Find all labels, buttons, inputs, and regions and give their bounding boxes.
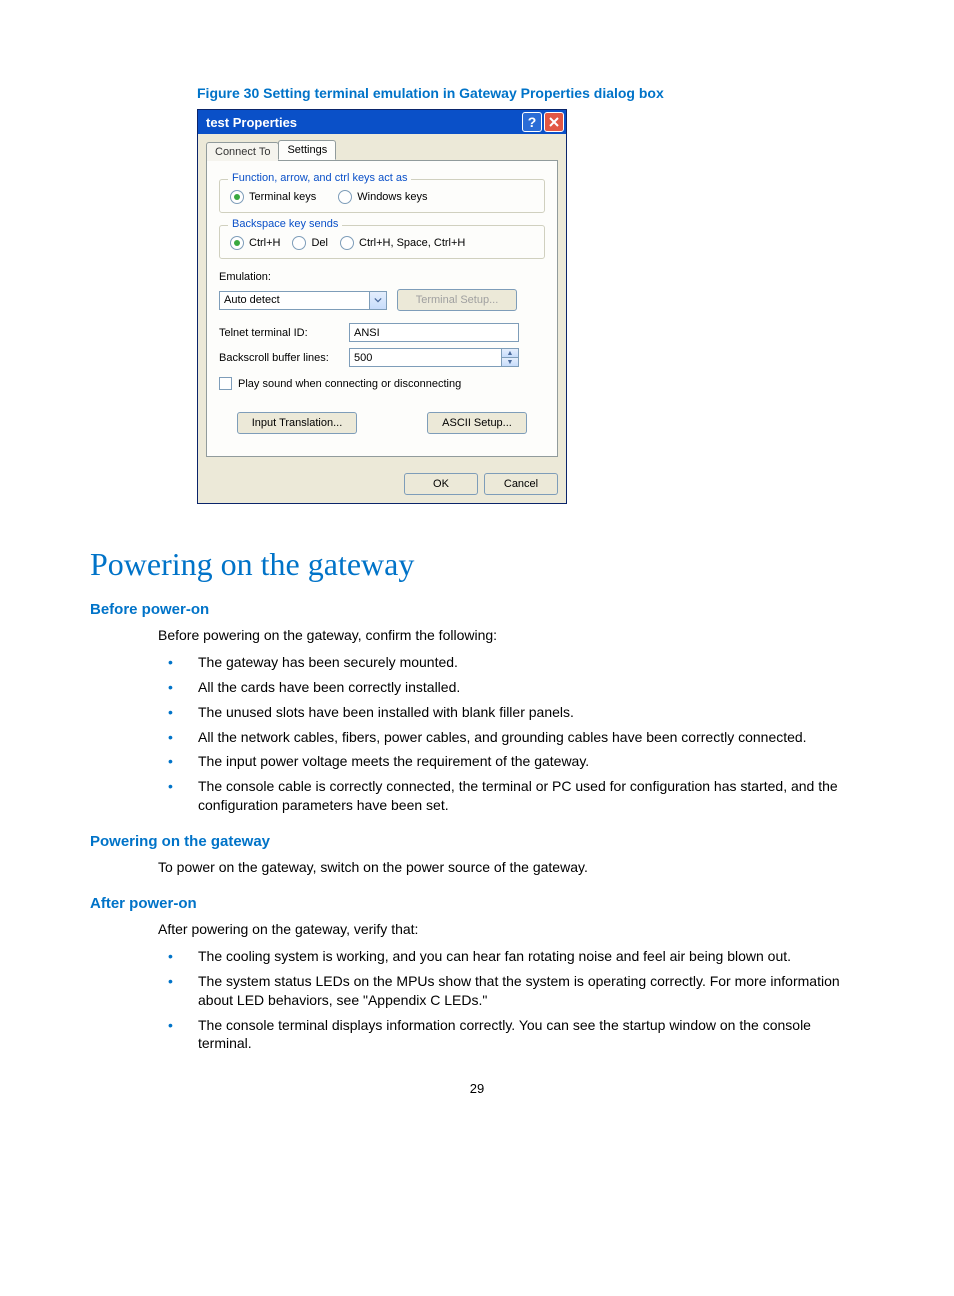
tab-bar: Connect To Settings	[206, 140, 558, 161]
ascii-setup-button[interactable]: ASCII Setup...	[427, 412, 527, 434]
backscroll-input[interactable]: 500 ▲▼	[349, 348, 519, 367]
list-item: The gateway has been securely mounted.	[158, 653, 864, 672]
spinner-icon[interactable]: ▲▼	[501, 349, 518, 366]
window-title: test Properties	[206, 115, 520, 130]
list-item: The input power voltage meets the requir…	[158, 752, 864, 771]
after-power-on-list: The cooling system is working, and you c…	[158, 947, 864, 1053]
group-function-keys: Function, arrow, and ctrl keys act as Te…	[219, 179, 545, 213]
emulation-value: Auto detect	[220, 292, 369, 309]
help-button[interactable]: ?	[522, 112, 542, 132]
before-power-on-list: The gateway has been securely mounted. A…	[158, 653, 864, 815]
emulation-select[interactable]: Auto detect	[219, 291, 387, 310]
group-backspace-title: Backspace key sends	[228, 218, 342, 230]
radio-terminal-keys[interactable]: Terminal keys	[230, 190, 316, 204]
tab-connect-to[interactable]: Connect To	[206, 142, 279, 161]
radio-icon	[340, 236, 354, 250]
titlebar[interactable]: test Properties ?	[198, 110, 566, 134]
tab-settings[interactable]: Settings	[278, 140, 336, 160]
tab-panel-settings: Function, arrow, and ctrl keys act as Te…	[206, 160, 558, 457]
radio-ctrlh-space[interactable]: Ctrl+H, Space, Ctrl+H	[340, 236, 465, 250]
list-item: All the cards have been correctly instal…	[158, 678, 864, 697]
list-item: The cooling system is working, and you c…	[158, 947, 864, 966]
radio-del[interactable]: Del	[292, 236, 328, 250]
close-button[interactable]	[544, 112, 564, 132]
close-icon	[549, 117, 559, 127]
radio-ctrlh-space-label: Ctrl+H, Space, Ctrl+H	[359, 237, 465, 249]
terminal-setup-button[interactable]: Terminal Setup...	[397, 289, 517, 311]
document-page: Figure 30 Setting terminal emulation in …	[0, 0, 954, 1136]
radio-icon	[230, 236, 244, 250]
list-item: The unused slots have been installed wit…	[158, 703, 864, 722]
radio-windows-keys[interactable]: Windows keys	[338, 190, 427, 204]
section-heading-powering-on: Powering on the gateway	[90, 546, 864, 583]
dialog-footer: OK Cancel	[198, 465, 566, 503]
figure-caption: Figure 30 Setting terminal emulation in …	[197, 85, 864, 101]
chevron-down-icon	[369, 292, 386, 309]
subheading-powering-on: Powering on the gateway	[90, 833, 864, 850]
radio-terminal-keys-label: Terminal keys	[249, 191, 316, 203]
telnet-id-input[interactable]: ANSI	[349, 323, 519, 342]
subheading-before-power-on: Before power-on	[90, 601, 864, 618]
before-power-on-intro: Before powering on the gateway, confirm …	[158, 626, 864, 645]
cancel-button[interactable]: Cancel	[484, 473, 558, 495]
properties-dialog: test Properties ? Connect To Settings Fu…	[197, 109, 567, 504]
group-backspace: Backspace key sends Ctrl+H Del Ctrl+H, S…	[219, 225, 545, 259]
powering-on-body: To power on the gateway, switch on the p…	[158, 858, 864, 877]
radio-icon	[292, 236, 306, 250]
backscroll-label: Backscroll buffer lines:	[219, 352, 349, 364]
list-item: The system status LEDs on the MPUs show …	[158, 972, 864, 1010]
radio-ctrlh-label: Ctrl+H	[249, 237, 280, 249]
backscroll-value: 500	[350, 349, 501, 366]
telnet-id-label: Telnet terminal ID:	[219, 327, 349, 339]
list-item: The console cable is correctly connected…	[158, 777, 864, 815]
radio-icon	[230, 190, 244, 204]
input-translation-button[interactable]: Input Translation...	[237, 412, 357, 434]
radio-ctrlh[interactable]: Ctrl+H	[230, 236, 280, 250]
play-sound-label: Play sound when connecting or disconnect…	[238, 378, 461, 390]
list-item: The console terminal displays informatio…	[158, 1016, 864, 1054]
ok-button[interactable]: OK	[404, 473, 478, 495]
subheading-after-power-on: After power-on	[90, 895, 864, 912]
radio-windows-keys-label: Windows keys	[357, 191, 427, 203]
telnet-id-value: ANSI	[354, 327, 380, 339]
group-function-keys-title: Function, arrow, and ctrl keys act as	[228, 172, 411, 184]
play-sound-checkbox[interactable]	[219, 377, 232, 390]
page-number: 29	[90, 1081, 864, 1096]
list-item: All the network cables, fibers, power ca…	[158, 728, 864, 747]
radio-del-label: Del	[311, 237, 328, 249]
emulation-label: Emulation:	[219, 271, 271, 283]
radio-icon	[338, 190, 352, 204]
after-power-on-intro: After powering on the gateway, verify th…	[158, 920, 864, 939]
